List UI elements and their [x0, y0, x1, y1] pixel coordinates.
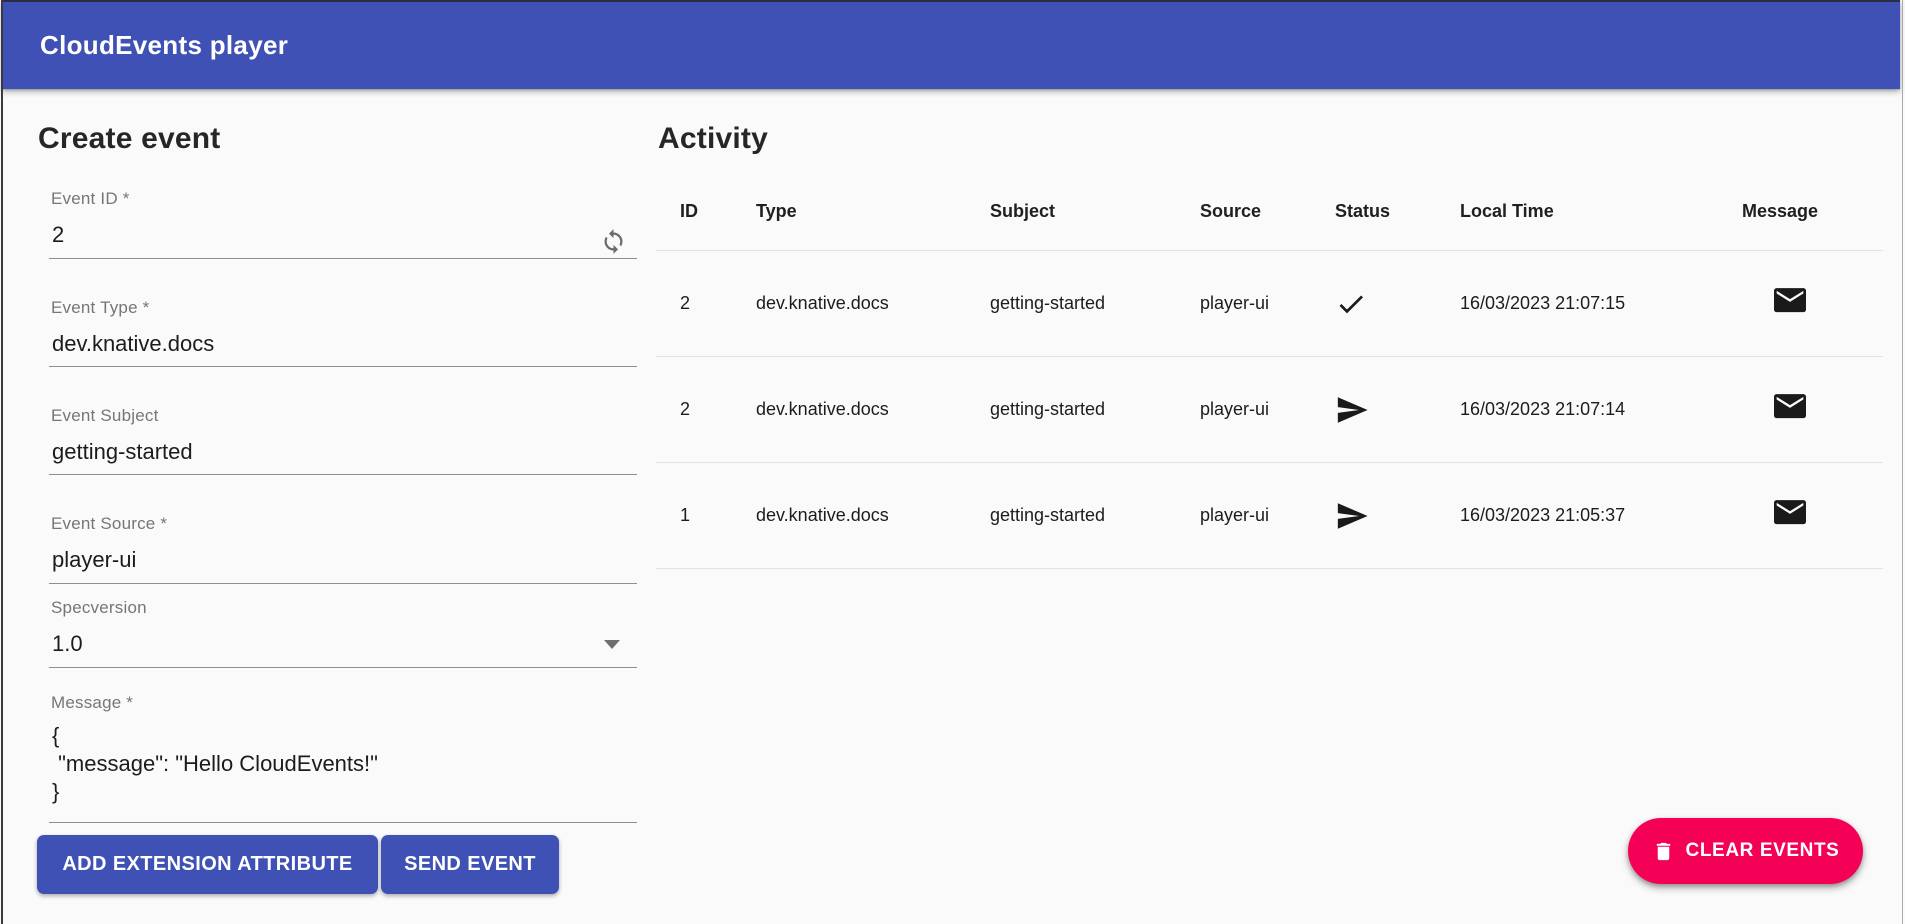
column-header-type: Type: [756, 201, 990, 222]
clear-events-button[interactable]: CLEAR EVENTS: [1628, 818, 1863, 884]
status-sent-icon: [1335, 499, 1460, 533]
clear-events-label: CLEAR EVENTS: [1686, 840, 1840, 862]
event-subject-field[interactable]: Event Subject getting-started: [49, 406, 637, 465]
column-header-subject: Subject: [990, 201, 1200, 222]
message-label: Message *: [49, 693, 637, 713]
status-received-icon: [1335, 288, 1460, 320]
cell-id: 2: [656, 399, 756, 420]
email-icon[interactable]: [1774, 299, 1806, 319]
specversion-underline: [49, 667, 637, 668]
event-source-field[interactable]: Event Source * player-ui: [49, 514, 637, 573]
event-type-input[interactable]: dev.knative.docs: [49, 331, 637, 357]
cell-id: 2: [656, 293, 756, 314]
event-subject-underline: [49, 474, 637, 475]
table-row: 2 dev.knative.docs getting-started playe…: [656, 357, 1883, 462]
event-type-underline: [49, 366, 637, 367]
event-subject-label: Event Subject: [49, 406, 637, 426]
message-textarea[interactable]: { "message": "Hello CloudEvents!" }: [49, 722, 637, 806]
add-extension-attribute-button[interactable]: ADD EXTENSION ATTRIBUTE: [37, 835, 378, 894]
column-header-status: Status: [1335, 201, 1460, 222]
cell-message: [1742, 500, 1883, 532]
event-subject-input[interactable]: getting-started: [49, 439, 637, 465]
column-header-local-time: Local Time: [1460, 201, 1742, 222]
email-icon[interactable]: [1774, 405, 1806, 425]
message-field[interactable]: Message * { "message": "Hello CloudEvent…: [49, 693, 637, 806]
event-id-input[interactable]: 2: [49, 222, 637, 248]
event-id-underline: [49, 258, 637, 259]
cell-message: [1742, 288, 1883, 320]
event-id-label: Event ID *: [49, 189, 637, 209]
cell-source: player-ui: [1200, 399, 1335, 420]
cell-source: player-ui: [1200, 505, 1335, 526]
cell-local-time: 16/03/2023 21:05:37: [1460, 505, 1742, 526]
cell-subject: getting-started: [990, 293, 1200, 314]
app-title: CloudEvents player: [40, 30, 288, 61]
activity-heading: Activity: [658, 122, 768, 156]
send-event-button[interactable]: SEND EVENT: [381, 835, 559, 894]
event-type-field[interactable]: Event Type * dev.knative.docs: [49, 298, 637, 357]
specversion-field[interactable]: Specversion 1.0: [49, 598, 637, 657]
trash-icon: [1652, 840, 1675, 863]
table-row: 1 dev.knative.docs getting-started playe…: [656, 463, 1883, 568]
refresh-icon[interactable]: [600, 228, 627, 260]
cell-type: dev.knative.docs: [756, 293, 990, 314]
status-sent-icon: [1335, 393, 1460, 427]
window-left-border: [1, 0, 3, 924]
email-icon[interactable]: [1774, 511, 1806, 531]
window-right-border: [1902, 0, 1903, 924]
cell-subject: getting-started: [990, 399, 1200, 420]
cell-local-time: 16/03/2023 21:07:14: [1460, 399, 1742, 420]
cell-type: dev.knative.docs: [756, 399, 990, 420]
activity-table-header: ID Type Subject Source Status Local Time…: [656, 172, 1883, 250]
event-type-label: Event Type *: [49, 298, 637, 318]
event-source-label: Event Source *: [49, 514, 637, 534]
message-underline: [49, 822, 637, 823]
cell-id: 1: [656, 505, 756, 526]
cell-local-time: 16/03/2023 21:07:15: [1460, 293, 1742, 314]
cell-type: dev.knative.docs: [756, 505, 990, 526]
specversion-label: Specversion: [49, 598, 637, 618]
column-header-message: Message: [1742, 201, 1883, 222]
app-bar: CloudEvents player: [2, 0, 1900, 89]
cell-subject: getting-started: [990, 505, 1200, 526]
column-header-source: Source: [1200, 201, 1335, 222]
specversion-select[interactable]: 1.0: [49, 631, 637, 657]
event-source-underline: [49, 583, 637, 584]
create-event-heading: Create event: [38, 122, 221, 156]
table-row: 2 dev.knative.docs getting-started playe…: [656, 251, 1883, 356]
column-header-id: ID: [656, 201, 756, 222]
table-divider: [656, 568, 1883, 569]
event-id-field[interactable]: Event ID * 2: [49, 189, 637, 248]
event-source-input[interactable]: player-ui: [49, 547, 637, 573]
cell-message: [1742, 394, 1883, 426]
chevron-down-icon[interactable]: [604, 640, 620, 649]
cell-source: player-ui: [1200, 293, 1335, 314]
activity-table: ID Type Subject Source Status Local Time…: [656, 172, 1883, 569]
